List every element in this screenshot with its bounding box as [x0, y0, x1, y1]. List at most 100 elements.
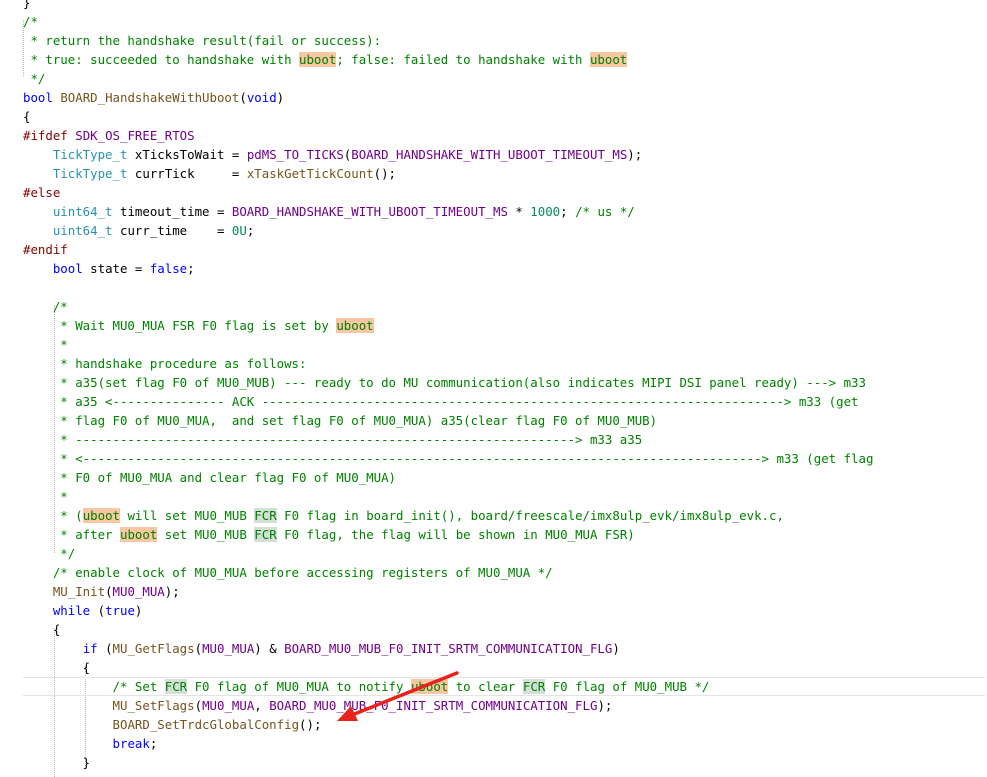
code-line[interactable]: * return the handshake result(fail or su…: [23, 31, 381, 50]
code-token: ();: [373, 166, 397, 181]
code-line[interactable]: #endif: [23, 240, 68, 259]
code-token: F0 flag of MU0_MUB */: [545, 679, 710, 694]
code-line[interactable]: * after uboot set MU0_MUB FCR F0 flag, t…: [23, 525, 635, 544]
code-token: */: [23, 71, 46, 86]
code-token: #else: [23, 185, 61, 200]
code-token: xTicksToWait =: [127, 147, 247, 162]
code-token: BOARD_MU0_MUB_F0_INIT_SRTM_COMMUNICATION…: [284, 641, 613, 656]
code-token: * handshake procedure as follows:: [23, 356, 307, 371]
code-token: * Wait MU0_MUA FSR F0 flag is set by: [23, 318, 337, 333]
code-line[interactable]: * Wait MU0_MUA FSR F0 flag is set by ubo…: [23, 316, 374, 335]
code-token: ): [612, 641, 620, 656]
code-line[interactable]: {: [23, 620, 60, 639]
code-line[interactable]: }: [23, 0, 30, 12]
code-line[interactable]: }: [23, 753, 90, 772]
code-token: *: [23, 337, 68, 352]
code-line[interactable]: * a35 <--------------- ACK -------------…: [23, 392, 858, 411]
code-line[interactable]: * true: succeeded to handshake with uboo…: [23, 50, 628, 69]
search-highlight: uboot: [299, 52, 337, 67]
code-line[interactable]: /*: [23, 297, 68, 316]
code-token: bool: [52, 261, 83, 276]
code-line[interactable]: * --------------------------------------…: [23, 430, 642, 449]
code-token: ; false: failed to handshake with: [336, 52, 590, 67]
code-token: to clear: [448, 679, 523, 694]
code-line[interactable]: /* Set FCR F0 flag of MU0_MUA to notify …: [23, 677, 985, 696]
code-token: *: [23, 489, 68, 504]
code-line[interactable]: * (uboot will set MU0_MUB FCR F0 flag in…: [23, 506, 784, 525]
code-line[interactable]: bool state = false;: [23, 259, 195, 278]
code-token: (: [194, 698, 203, 713]
code-line[interactable]: * a35(set flag F0 of MU0_MUB) --- ready …: [23, 373, 866, 392]
code-token: false: [149, 261, 188, 276]
code-token: (: [97, 641, 113, 656]
code-line[interactable]: MU_SetFlags(MU0_MUA, BOARD_MU0_MUB_F0_IN…: [23, 696, 613, 715]
code-token: F0 flag of MU0_MUA to notify: [187, 679, 411, 694]
search-highlight: FCR: [254, 508, 277, 523]
code-line[interactable]: uint64_t curr_time = 0U;: [23, 221, 254, 240]
code-editor[interactable]: } /* * return the handshake result(fail o…: [0, 0, 987, 777]
search-highlight: uboot: [82, 508, 120, 523]
search-highlight: uboot: [336, 318, 374, 333]
code-line[interactable]: *: [23, 335, 68, 354]
code-token: void: [246, 90, 277, 105]
code-token: 0U: [231, 223, 247, 238]
code-line[interactable]: * handshake procedure as follows:: [23, 354, 306, 373]
code-line[interactable]: * F0 of MU0_MUA and clear flag F0 of MU0…: [23, 468, 396, 487]
code-line[interactable]: *: [23, 487, 68, 506]
code-token: (: [194, 641, 203, 656]
code-line[interactable]: if (MU_GetFlags(MU0_MUA) & BOARD_MU0_MUB…: [23, 639, 620, 658]
code-token: uint64_t: [52, 223, 113, 238]
code-token: TickType_t: [52, 166, 128, 181]
code-token: );: [597, 698, 613, 713]
code-token: bool: [23, 90, 53, 105]
code-token: pdMS_TO_TICKS: [246, 147, 344, 162]
code-line[interactable]: break;: [23, 734, 158, 753]
code-line[interactable]: BOARD_SetTrdcGlobalConfig();: [23, 715, 322, 734]
code-token: );: [164, 584, 180, 599]
code-token: * return the handshake result(fail or su…: [23, 33, 382, 48]
code-token: /*: [23, 14, 38, 29]
code-token: #endif: [23, 242, 68, 257]
code-token: {: [23, 660, 91, 675]
code-token: ) &: [254, 641, 285, 656]
code-token: * F0 of MU0_MUA and clear flag F0 of MU0…: [23, 470, 396, 485]
code-token: true: [105, 603, 135, 618]
code-line[interactable]: */: [23, 544, 75, 563]
code-token: BOARD_SetTrdcGlobalConfig: [112, 717, 300, 732]
search-highlight: uboot: [589, 52, 628, 67]
code-line[interactable]: TickType_t currTick = xTaskGetTickCount(…: [23, 164, 396, 183]
code-line[interactable]: * flag F0 of MU0_MUA, and set flag F0 of…: [23, 411, 657, 430]
code-token: currTick =: [127, 166, 247, 181]
code-line[interactable]: */: [23, 69, 45, 88]
code-token: ;: [246, 223, 255, 238]
code-token: (: [239, 90, 247, 105]
code-line[interactable]: MU_Init(MU0_MUA);: [23, 582, 180, 601]
code-line[interactable]: #else: [23, 183, 60, 202]
code-token: TickType_t: [52, 147, 128, 162]
code-line[interactable]: TickType_t xTicksToWait = pdMS_TO_TICKS(…: [23, 145, 642, 164]
code-line[interactable]: uint64_t timeout_time = BOARD_HANDSHAKE_…: [23, 202, 635, 221]
search-highlight: uboot: [119, 527, 158, 542]
code-token: uint64_t: [52, 204, 113, 219]
code-token: ;: [560, 204, 576, 219]
code-line[interactable]: * <-------------------------------------…: [23, 449, 873, 468]
code-line[interactable]: while (true): [23, 601, 143, 620]
code-token: MU0_MUA: [112, 584, 165, 599]
code-line[interactable]: {: [23, 658, 90, 677]
code-line[interactable]: /* enable clock of MU0_MUA before access…: [23, 563, 553, 582]
code-line[interactable]: {: [23, 107, 30, 126]
code-line[interactable]: /*: [23, 12, 38, 31]
code-token: BOARD_HANDSHAKE_WITH_UBOOT_TIMEOUT_MS: [231, 204, 508, 219]
code-token: will set MU0_MUB: [120, 508, 255, 523]
code-token: F0 flag, the flag will be shown in MU0_M…: [276, 527, 635, 542]
code-line[interactable]: #ifdef SDK_OS_FREE_RTOS: [23, 126, 195, 145]
code-token: ();: [299, 717, 322, 732]
code-token: (: [90, 603, 106, 618]
code-line[interactable]: bool BOARD_HandshakeWithUboot(void): [23, 88, 284, 107]
